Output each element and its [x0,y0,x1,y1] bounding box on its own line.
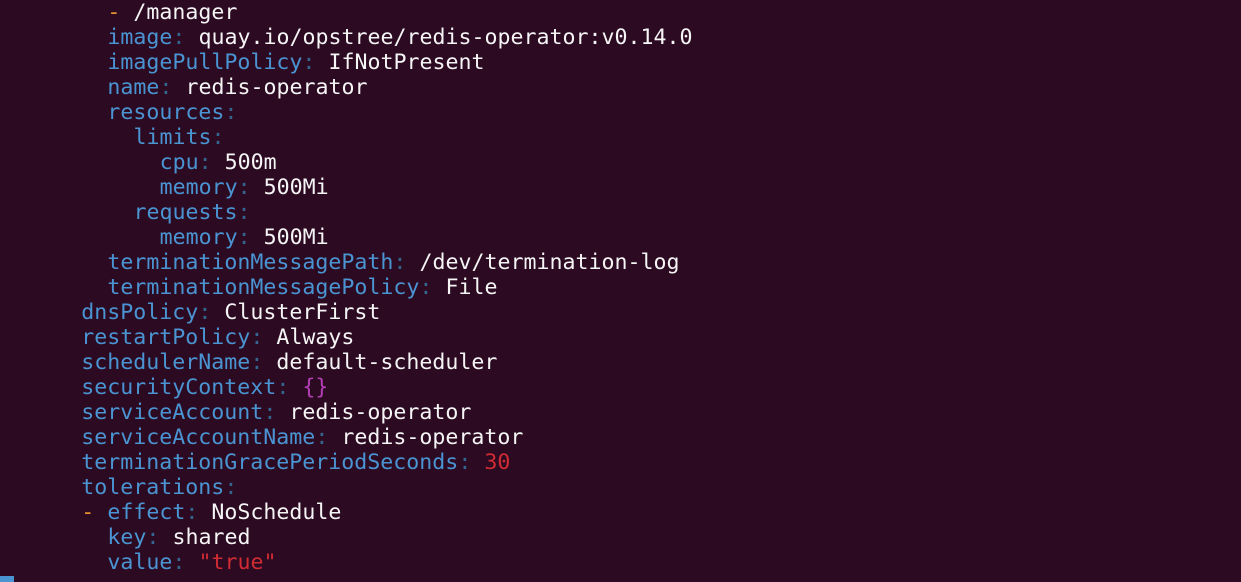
list-dash: - [81,500,108,525]
yaml-key: name [107,75,160,100]
yaml-line: terminationGracePeriodSeconds: 30 [81,450,510,475]
yaml-key: resources [107,100,225,125]
yaml-line: key: shared [107,525,250,550]
yaml-value: File [445,275,498,300]
yaml-value: 500m [224,150,277,175]
terminal-output[interactable]: - /manager image: quay.io/opstree/redis-o… [0,0,1241,582]
yaml-key: effect [107,500,186,525]
yaml-line: terminationMessagePath: /dev/termination… [107,250,679,275]
yaml-colon: : [198,150,212,175]
yaml-line: requests: [134,200,251,225]
yaml-colon: : [172,550,186,575]
yaml-line: memory: 500Mi [160,175,329,200]
yaml-colon: : [237,175,251,200]
yaml-colon: : [224,475,238,500]
yaml-colon: : [224,100,238,125]
yaml-colon: : [237,200,251,225]
yaml-line: serviceAccountName: redis-operator [81,425,523,450]
yaml-value: redis-operator [289,400,472,425]
yaml-colon: : [302,50,316,75]
yaml-key: serviceAccountName [81,425,316,450]
yaml-key: dnsPolicy [81,300,199,325]
yaml-value: 500Mi [263,175,329,200]
yaml-line: - /manager [107,0,237,25]
yaml-value: redis-operator [341,425,524,450]
list-dash: - [107,0,134,25]
yaml-line: cpu: 500m [160,150,277,175]
yaml-key: imagePullPolicy [107,50,303,75]
terminal-cursor [0,576,14,582]
yaml-line: securityContext: {} [81,375,328,400]
yaml-colon: : [315,425,329,450]
yaml-line: memory: 500Mi [160,225,329,250]
yaml-key: image [107,25,173,50]
yaml-line: name: redis-operator [107,75,367,100]
yaml-colon: : [185,500,199,525]
yaml-key: key [107,525,147,550]
yaml-colon: : [159,75,173,100]
yaml-value: ClusterFirst [224,300,381,325]
yaml-key: cpu [159,150,199,175]
yaml-key: schedulerName [81,350,251,375]
yaml-value: {} [302,375,329,400]
yaml-line: limits: [134,125,225,150]
yaml-value: quay.io/opstree/redis-operator:v0.14.0 [198,25,693,50]
yaml-value: /dev/termination-log [419,250,680,275]
yaml-line: resources: [107,100,237,125]
yaml-key: tolerations [81,475,225,500]
yaml-colon: : [250,325,264,350]
yaml-value: "true" [198,550,277,575]
yaml-colon: : [393,250,407,275]
yaml-colon: : [250,350,264,375]
yaml-key: requests [133,200,238,225]
yaml-colon: : [146,525,160,550]
yaml-line: dnsPolicy: ClusterFirst [81,300,380,325]
yaml-key: value [107,550,173,575]
yaml-colon: : [237,225,251,250]
yaml-key: memory [159,225,238,250]
yaml-line: value: "true" [107,550,276,575]
yaml-key: serviceAccount [81,400,264,425]
yaml-line: terminationMessagePolicy: File [107,275,497,300]
yaml-colon: : [419,275,433,300]
yaml-key: securityContext [81,375,277,400]
yaml-value: redis-operator [185,75,368,100]
yaml-colon: : [458,450,472,475]
yaml-colon: : [198,300,212,325]
yaml-value: default-scheduler [276,350,498,375]
yaml-value: 30 [484,450,511,475]
yaml-line: image: quay.io/opstree/redis-operator:v0… [107,25,692,50]
yaml-value: IfNotPresent [328,50,485,75]
yaml-line: - effect: NoSchedule [81,500,341,525]
yaml-value: NoSchedule [211,500,342,525]
yaml-colon: : [276,375,290,400]
yaml-colon: : [263,400,277,425]
yaml-key: restartPolicy [81,325,251,350]
yaml-value: /manager [133,0,238,25]
yaml-key: terminationGracePeriodSeconds [81,450,459,475]
yaml-line: schedulerName: default-scheduler [81,350,497,375]
yaml-key: terminationMessagePolicy [107,275,420,300]
yaml-line: imagePullPolicy: IfNotPresent [107,50,484,75]
yaml-line: serviceAccount: redis-operator [81,400,471,425]
yaml-colon: : [211,125,225,150]
yaml-line: restartPolicy: Always [81,325,354,350]
yaml-line: tolerations: [81,475,237,500]
yaml-key: limits [133,125,212,150]
yaml-value: shared [172,525,251,550]
yaml-value: 500Mi [263,225,329,250]
yaml-key: memory [159,175,238,200]
yaml-value: Always [276,325,355,350]
yaml-colon: : [172,25,186,50]
yaml-key: terminationMessagePath [107,250,394,275]
